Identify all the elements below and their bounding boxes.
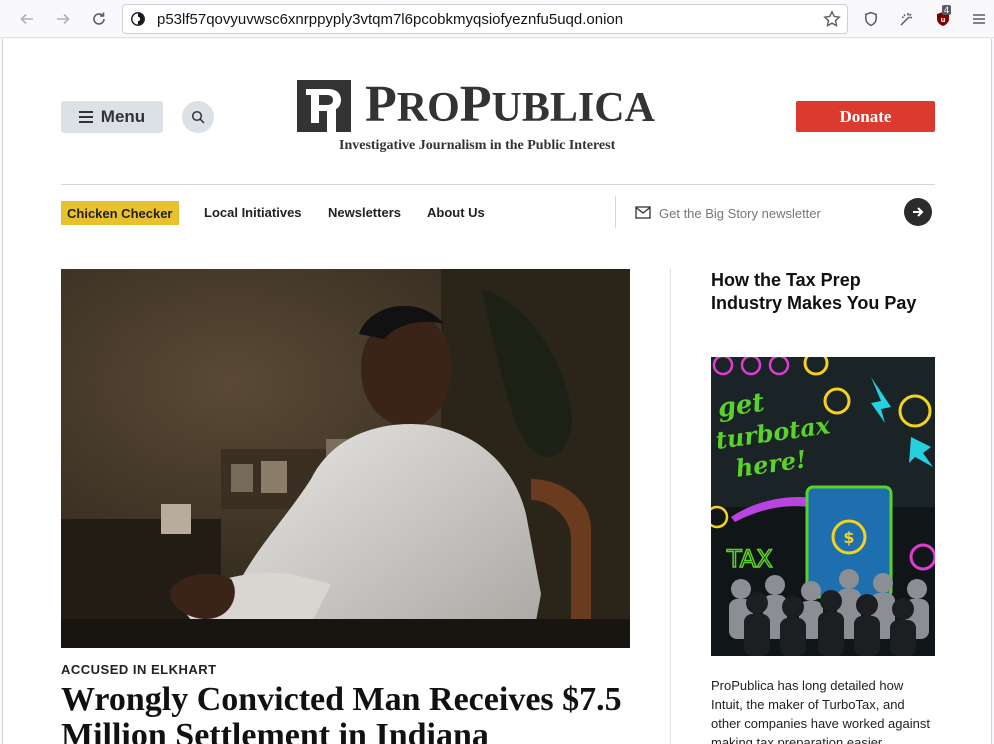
donate-button[interactable]: Donate bbox=[796, 101, 935, 132]
newsletter-submit-button[interactable] bbox=[904, 198, 932, 226]
magic-wand-icon[interactable] bbox=[895, 7, 919, 31]
hamburger-menu-icon[interactable] bbox=[967, 7, 991, 31]
header-divider bbox=[61, 184, 935, 185]
url-text: p53lf57qovyuvwsc6xnrppyply3vtqm7l6pcobkm… bbox=[157, 11, 624, 28]
side-story-title[interactable]: How the Tax Prep Industry Makes You Pay bbox=[711, 269, 935, 315]
neon-text-tax: TAX bbox=[726, 545, 773, 573]
onion-site-icon bbox=[131, 12, 145, 26]
newsletter-email-input[interactable] bbox=[659, 199, 895, 227]
side-story-summary: ProPublica has long detailed how Intuit,… bbox=[711, 678, 930, 744]
bookmark-star-icon[interactable] bbox=[823, 10, 841, 28]
column-divider bbox=[670, 269, 671, 744]
forward-arrow-icon[interactable] bbox=[51, 7, 75, 31]
shield-icon[interactable] bbox=[859, 7, 883, 31]
browser-toolbar: p53lf57qovyuvwsc6xnrppyply3vtqm7l6pcobkm… bbox=[0, 0, 994, 38]
propublica-wordmark[interactable]: PROPUBLICA bbox=[365, 77, 655, 136]
nav-local-initiatives[interactable]: Local Initiatives bbox=[204, 205, 302, 220]
tagline: Investigative Journalism in the Public I… bbox=[339, 138, 616, 153]
side-story-illustration[interactable]: get turbotax here! $ TAX bbox=[711, 357, 935, 656]
extension-badge: 4 bbox=[942, 5, 952, 15]
main-story-photo[interactable] bbox=[61, 269, 630, 648]
nav-chicken-checker[interactable]: Chicken Checker bbox=[61, 201, 179, 225]
propublica-logo-icon[interactable] bbox=[297, 80, 351, 132]
svg-text:$: $ bbox=[843, 528, 854, 547]
main-story-kicker[interactable]: ACCUSED IN ELKHART bbox=[61, 662, 217, 677]
menu-label: Menu bbox=[100, 107, 146, 126]
address-bar[interactable]: p53lf57qovyuvwsc6xnrppyply3vtqm7l6pcobkm… bbox=[122, 4, 848, 34]
arrow-right-icon bbox=[913, 207, 924, 217]
search-icon bbox=[191, 110, 205, 124]
menu-icon bbox=[78, 111, 93, 123]
page-viewport: Menu PROPUBLICA Investigative Journalism… bbox=[2, 39, 992, 744]
nav-about-us[interactable]: About Us bbox=[427, 205, 485, 220]
envelope-icon bbox=[635, 206, 651, 219]
svg-text:u: u bbox=[941, 16, 946, 24]
nav-newsletters[interactable]: Newsletters bbox=[328, 205, 401, 220]
main-story-headline[interactable]: Wrongly Convicted Man Receives $7.5 Mill… bbox=[61, 682, 641, 744]
back-arrow-icon[interactable] bbox=[15, 7, 39, 31]
search-button[interactable] bbox=[182, 101, 214, 133]
menu-button[interactable]: Menu bbox=[61, 101, 163, 133]
reload-icon[interactable] bbox=[87, 7, 111, 31]
nav-divider bbox=[615, 196, 616, 228]
